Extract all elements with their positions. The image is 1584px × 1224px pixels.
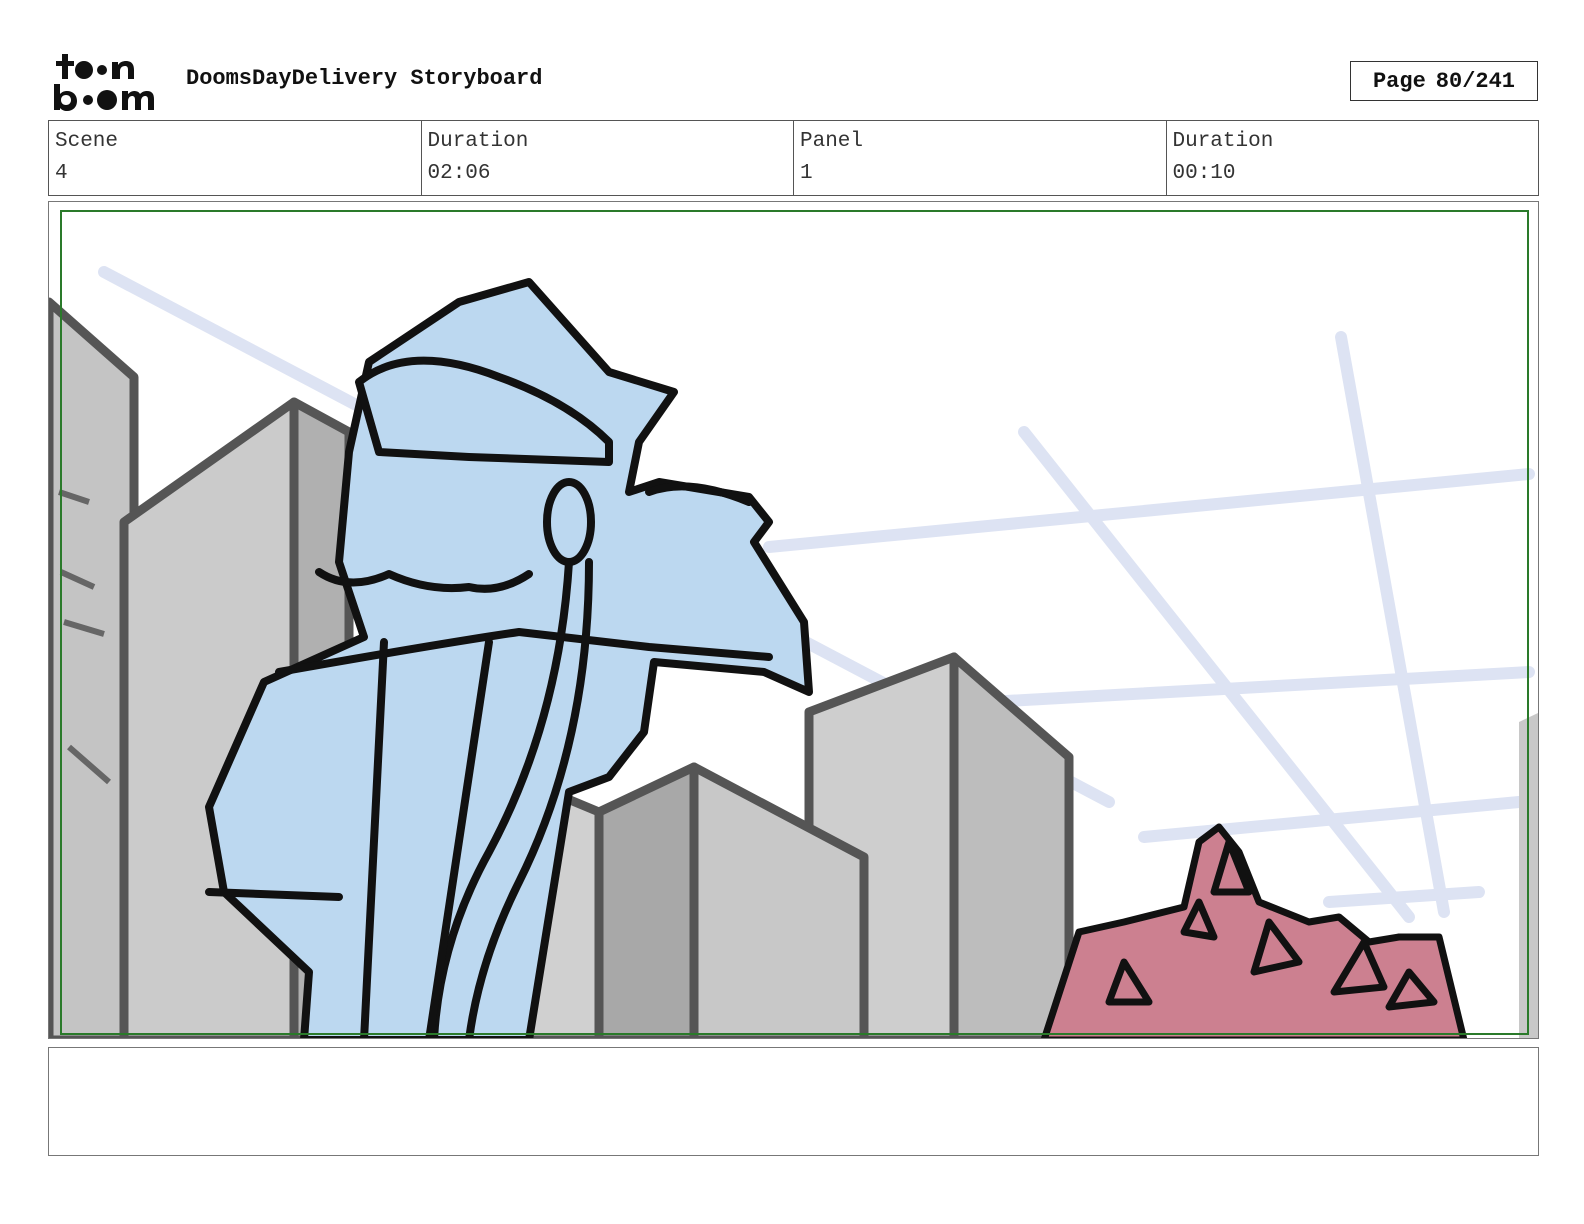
monster-sketch xyxy=(1040,823,1468,1038)
panel-info-table: Scene 4 Duration 02:06 Panel 1 Duration … xyxy=(48,120,1539,196)
panel-duration-label: Duration xyxy=(1172,130,1274,153)
storyboard-panel-image xyxy=(48,201,1539,1039)
panel-duration-value: 00:10 xyxy=(1172,162,1236,185)
panel-notes-box xyxy=(48,1047,1539,1156)
page-indicator: Page 80/241 xyxy=(1350,61,1538,101)
scene-duration-value: 02:06 xyxy=(427,162,491,185)
document-title: DoomsDayDelivery Storyboard xyxy=(186,66,543,91)
scene-label: Scene xyxy=(55,130,119,153)
panel-cell: Panel 1 xyxy=(794,121,1167,195)
page-label: Page xyxy=(1372,68,1426,94)
scene-value: 4 xyxy=(55,162,68,185)
panel-sketch xyxy=(49,266,1538,1038)
scene-duration-label: Duration xyxy=(427,130,529,153)
panel-duration-cell: Duration 00:10 xyxy=(1167,121,1539,195)
scene-cell: Scene 4 xyxy=(49,121,422,195)
panel-label: Panel xyxy=(800,130,864,153)
toonboom-logo: toonboom xyxy=(54,54,154,111)
page-number: 80/241 xyxy=(1435,68,1516,94)
scene-duration-cell: Duration 02:06 xyxy=(422,121,794,195)
panel-value: 1 xyxy=(800,162,813,185)
